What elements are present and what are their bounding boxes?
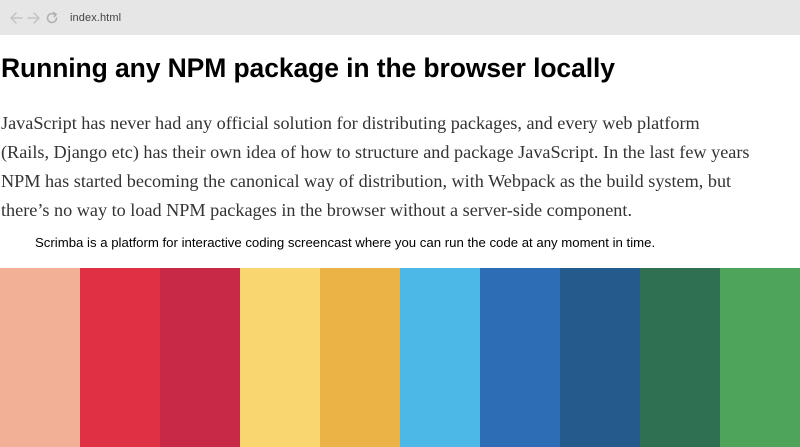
color-swatch (240, 268, 320, 447)
paragraph-line: (Rails, Django etc) has their own idea o… (1, 142, 750, 162)
address-bar[interactable]: index.html (70, 12, 121, 24)
color-swatch (320, 268, 400, 447)
forward-button[interactable] (26, 10, 42, 26)
reload-icon (46, 11, 58, 23)
color-swatch (480, 268, 560, 447)
color-swatch (640, 268, 720, 447)
back-button[interactable] (8, 10, 24, 26)
color-swatch-strip (0, 268, 800, 447)
color-swatch (560, 268, 640, 447)
paragraph-line: NPM has started becoming the canonical w… (1, 171, 732, 191)
page-title: Running any NPM package in the browser l… (1, 53, 615, 83)
caption-text: Scrimba is a platform for interactive co… (35, 235, 656, 250)
color-swatch (400, 268, 480, 447)
color-swatch (720, 268, 800, 447)
color-swatch (80, 268, 160, 447)
arrow-right-icon (27, 11, 40, 24)
arrow-left-icon (10, 11, 23, 24)
paragraph-line: JavaScript has never had any official so… (1, 113, 700, 133)
color-swatch (160, 268, 240, 447)
reload-button[interactable] (44, 10, 60, 26)
intro-paragraph: JavaScript has never had any official so… (1, 109, 800, 225)
browser-toolbar: index.html (0, 0, 800, 35)
paragraph-line: there’s no way to load NPM packages in t… (1, 200, 632, 220)
color-swatch (0, 268, 80, 447)
